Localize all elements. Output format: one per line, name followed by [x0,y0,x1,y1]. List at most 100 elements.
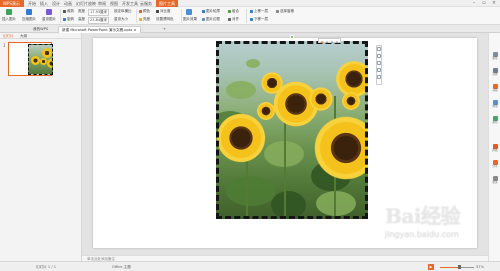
tab-close-icon[interactable]: × [134,28,137,32]
sidebar-item-share[interactable]: 分享 [490,159,500,170]
slides-panel: 幻灯片 大纲 1 [0,33,82,261]
menu-tab-home[interactable]: 开始 [28,0,36,7]
color-button[interactable]: 颜色 [139,9,150,14]
send-backward-label: 下移一层 [254,17,268,21]
close-icon[interactable]: × [490,0,498,7]
rotate-icon [63,17,66,21]
border-icon [202,17,205,21]
zoom-out-icon[interactable] [377,68,381,72]
insert-picture-button[interactable]: 插入图片 [2,17,16,22]
slide-number: 1 [3,43,6,48]
crop-icon [63,9,66,13]
tab-document-active[interactable]: 新建 Microsoft PowerPoint 演示文稿.pptx × [58,26,141,33]
brightness-label: 亮度 [143,17,150,21]
edit-icon[interactable]: ✎ [330,40,334,44]
sidebar-item-animation[interactable]: 动画 [490,83,500,94]
ribbon-toolbar: 插入图片 压缩图片 重设图片 裁剪 旋转 宽度 17.93厘米 高度 23.84… [0,7,500,25]
lock-ratio-checkbox[interactable]: 锁定纵横比 [114,9,132,14]
bring-forward-button[interactable]: 上移一层 [250,9,268,14]
sidebar-item-effects[interactable]: 效果 [490,99,500,110]
tab-outline[interactable]: 大纲 [20,33,27,39]
minimize-icon[interactable]: – [470,0,478,7]
menu-tab-review[interactable]: 审阅 [98,0,106,7]
compress-button[interactable]: 压缩图片 [22,17,36,22]
brightness-button[interactable]: 亮度 [139,17,150,22]
baidu-jingyan-watermark: Bai经验 jingyan.baidu.com [383,200,493,255]
picture-outline-button[interactable]: 图片轮廓 [202,9,220,14]
ribbon-divider [246,9,247,23]
more-icon[interactable]: ▾ [335,40,339,44]
menu-tab-developer[interactable]: 开发工具 [122,0,138,7]
menu-tab-picture-tools[interactable]: 图片工具 [156,0,178,7]
menu-tab-view[interactable]: 视图 [110,0,118,7]
slide-thumbnail[interactable] [8,42,53,76]
crop-label: 裁剪 [67,9,74,13]
send-backward-button[interactable]: 下移一层 [250,17,268,22]
zoom-slider[interactable] [440,265,474,269]
insert-picture-icon[interactable] [6,9,12,15]
zoom-level[interactable]: 57% [476,262,484,271]
picture-effects-button[interactable]: 图片效果 [183,17,197,22]
rotation-handle[interactable] [290,35,294,39]
border-label: 图片边框 [206,17,220,21]
compress-icon[interactable] [26,9,32,15]
rotate-button[interactable]: 旋转 [63,17,74,22]
selection-pane-icon [276,9,279,13]
selection-pane-button[interactable]: 选择窗格 [276,9,294,14]
settings-icon[interactable] [377,75,381,79]
watermark-logo: Bai经验 [385,204,460,228]
app-menu-button[interactable]: WPS演示 [0,0,24,7]
sidebar-item-help[interactable]: 帮助 [490,143,500,154]
reset-size-button[interactable]: 重设大小 [114,17,128,22]
thumb-sunflower [40,58,47,65]
contrast-button[interactable]: 对比度 [156,9,171,14]
align-icon [228,17,231,21]
height-input[interactable]: 23.84厘米 [88,17,110,24]
menu-tab-slideshow[interactable]: 幻灯片放映 [76,0,96,7]
selection-pane-label: 选择窗格 [280,9,294,13]
sidebar-item-select[interactable]: 选择 [490,67,500,78]
picture-border-button[interactable]: 图片边框 [202,17,220,22]
width-label: 宽度 [78,9,85,13]
zoom-slider-handle[interactable] [457,265,461,269]
reset-picture-button[interactable]: 重设图片 [42,17,56,22]
picture-effects-icon[interactable] [186,9,192,15]
thumb-sunflower [47,59,52,68]
picture-dashed-border [216,41,368,219]
align-button[interactable]: 对齐 [228,17,239,22]
sidebar-item-properties[interactable]: 属性 [490,51,500,62]
reset-picture-icon[interactable] [46,9,52,15]
width-input[interactable]: 17.93厘米 [88,9,110,16]
menu-tab-design[interactable]: 设计 [52,0,60,7]
maximize-icon[interactable]: ▫ [480,0,488,7]
crop-icon[interactable]: ▣ [320,40,324,44]
watermark-url: jingyan.baidu.com [385,230,459,239]
zoom-in-icon[interactable] [377,61,381,65]
filter-icon[interactable]: ◈ [325,40,329,44]
outline-label: 图片轮廓 [206,9,220,13]
group-button[interactable]: 组合 [228,9,239,14]
crop-button[interactable]: 裁剪 [63,9,74,14]
title-bar: WPS演示 开始 插入 设计 动画 幻灯片放映 审阅 视图 开发工具 云服务 图… [0,0,500,7]
new-tab-button[interactable]: + [160,26,169,33]
menu-tab-cloud[interactable]: 云服务 [140,0,152,7]
tab-slides[interactable]: 幻灯片 [3,33,14,39]
menu-tab-insert[interactable]: 插入 [40,0,48,7]
set-transparent-button[interactable]: 设置透明色 [156,17,174,22]
group-label: 组合 [232,9,239,13]
tab-my-wps[interactable]: 我的WPS [30,26,51,33]
group-icon [228,9,231,13]
theme-name: Office 主题 [112,265,131,269]
color-label: 颜色 [143,9,150,13]
align-label: 对齐 [232,17,239,21]
layout-icon[interactable] [377,47,381,51]
zoom-slider-fill [440,266,460,268]
menu-tab-animation[interactable]: 动画 [64,0,72,7]
play-slideshow-button[interactable]: ▶ [428,264,434,270]
crop-icon[interactable] [377,54,381,58]
sidebar-item-backup[interactable]: 备份 [490,115,500,126]
document-tab-bar: 我的WPS 新建 Microsoft PowerPoint 演示文稿.pptx … [0,25,500,33]
sidebar-item-more[interactable]: 更多 [490,175,500,186]
ribbon-divider [181,9,182,23]
thumb-sunflower [42,48,52,58]
